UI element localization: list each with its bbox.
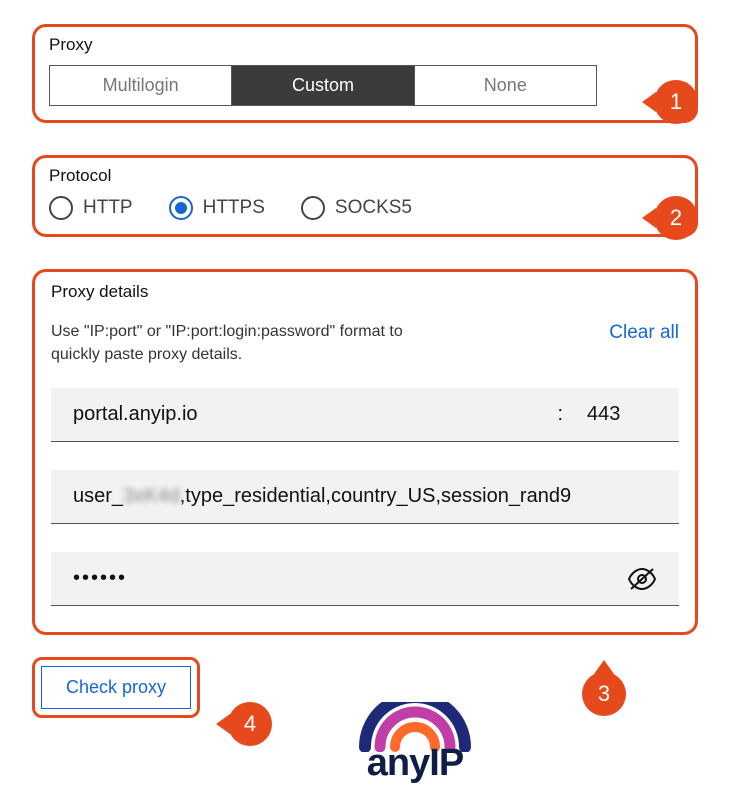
protocol-radio-group: HTTP HTTPS SOCKS5 [49, 196, 681, 220]
proxy-tab-custom[interactable]: Custom [231, 66, 413, 105]
eye-off-icon[interactable] [627, 567, 657, 591]
proxy-details-label: Proxy details [51, 282, 679, 302]
radio-icon [169, 196, 193, 220]
protocol-radio-http[interactable]: HTTP [49, 196, 133, 220]
host-port-field[interactable]: portal.anyip.io : 443 [51, 388, 679, 442]
protocol-label: Protocol [49, 166, 681, 186]
protocol-radio-https[interactable]: HTTPS [169, 196, 265, 220]
check-proxy-button[interactable]: Check proxy [41, 666, 191, 709]
password-field[interactable]: •••••• [51, 552, 679, 606]
annotation-badge-2: 2 [654, 196, 698, 240]
username-censored: 3xK4d [123, 485, 180, 507]
clear-all-link[interactable]: Clear all [609, 320, 679, 344]
proxy-section: Proxy Multilogin Custom None [32, 24, 698, 123]
radio-icon [49, 196, 73, 220]
proxy-label: Proxy [49, 35, 681, 55]
protocol-radio-socks5[interactable]: SOCKS5 [301, 196, 412, 220]
host-value: portal.anyip.io [73, 403, 533, 426]
username-suffix: ,type_residential,country_US,session_ran… [180, 485, 571, 507]
radio-icon [301, 196, 325, 220]
protocol-option-label: SOCKS5 [335, 197, 412, 219]
proxy-segmented-control: Multilogin Custom None [49, 65, 597, 106]
port-value: 443 [587, 403, 657, 426]
protocol-option-label: HTTP [83, 197, 133, 219]
protocol-section: Protocol HTTP HTTPS SOCKS5 [32, 155, 698, 237]
host-port-separator: : [533, 403, 587, 426]
proxy-tab-none[interactable]: None [414, 66, 596, 105]
anyip-logo: anyIP [345, 702, 485, 785]
username-value: user_3xK4d,type_residential,country_US,s… [73, 485, 657, 508]
anyip-logo-text: anyIP [367, 742, 463, 785]
username-prefix: user_ [73, 485, 123, 507]
annotation-badge-4: 4 [228, 702, 272, 746]
annotation-badge-3: 3 [582, 672, 626, 716]
proxy-tab-multilogin[interactable]: Multilogin [50, 66, 231, 105]
proxy-details-helper: Use "IP:port" or "IP:port:login:password… [51, 320, 446, 366]
password-masked-value: •••••• [73, 567, 127, 590]
proxy-details-section: Proxy details Use "IP:port" or "IP:port:… [32, 269, 698, 635]
username-field[interactable]: user_3xK4d,type_residential,country_US,s… [51, 470, 679, 524]
annotation-badge-1: 1 [654, 80, 698, 124]
protocol-option-label: HTTPS [203, 197, 265, 219]
check-proxy-wrapper: Check proxy [32, 657, 200, 718]
